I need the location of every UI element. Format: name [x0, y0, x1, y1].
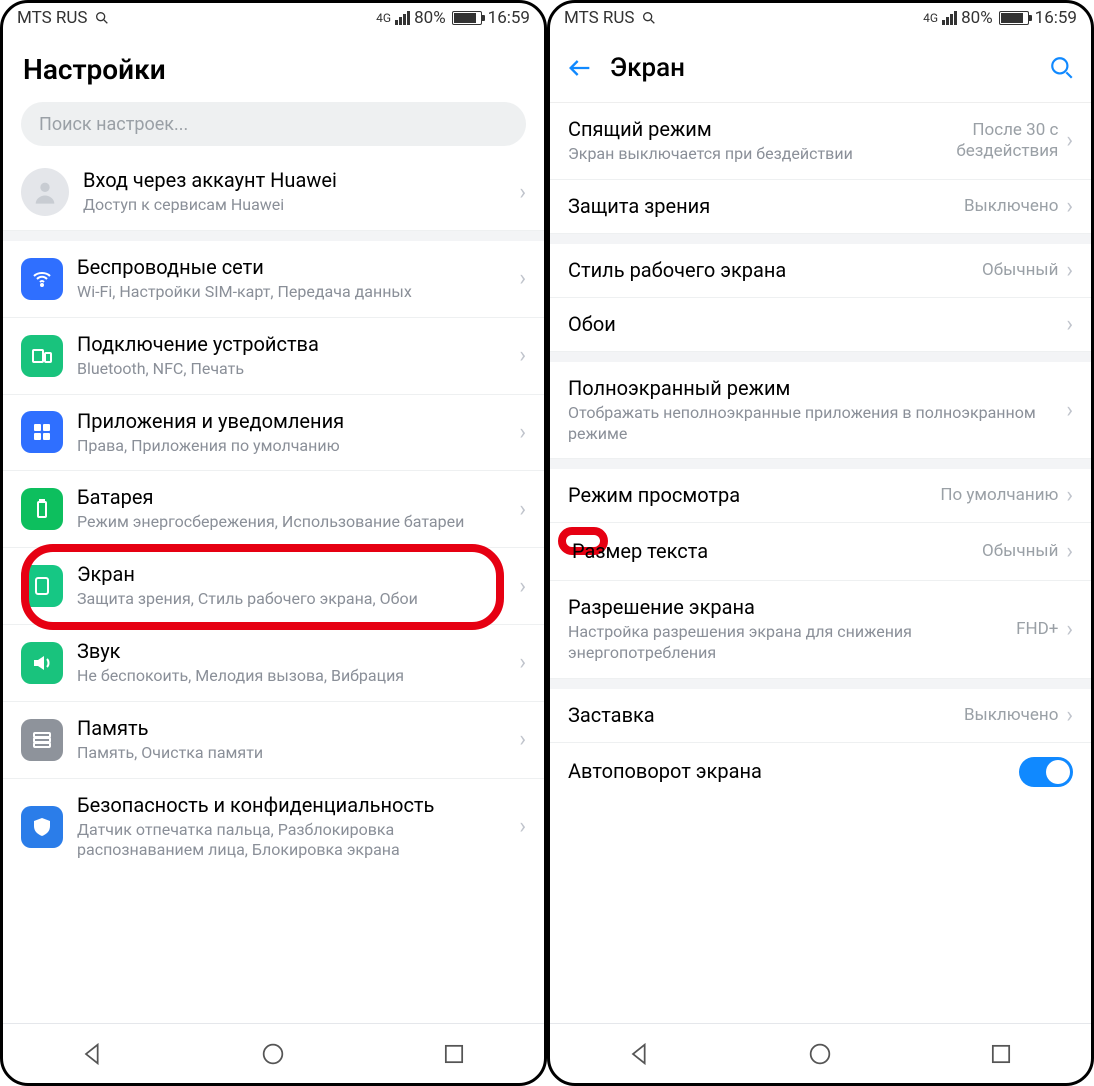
row-sleep-mode[interactable]: Спящий режимЭкран выключается при бездей…: [550, 103, 1091, 180]
chevron-right-icon: ›: [519, 497, 526, 522]
status-bar: MTS RUS 4G 80% 16:59: [3, 3, 544, 33]
battery-pct: 80%: [414, 8, 446, 28]
network-type: 4G: [376, 11, 391, 25]
row-auto-rotate[interactable]: Автоповорот экрана: [550, 743, 1091, 801]
row-wallpaper[interactable]: Обои ›: [550, 298, 1091, 352]
account-row[interactable]: Вход через аккаунт Huawei Доступ к серви…: [3, 154, 544, 231]
chevron-right-icon: ›: [519, 727, 526, 752]
chevron-right-icon: ›: [519, 266, 526, 291]
row-text-size[interactable]: Размер текста Обычный ›: [550, 523, 1091, 581]
battery-icon: [21, 488, 63, 530]
back-nav-icon[interactable]: [626, 1040, 654, 1068]
row-resolution[interactable]: Разрешение экранаНастройка разрешения эк…: [550, 581, 1091, 679]
chevron-right-icon: ›: [519, 343, 526, 368]
storage-icon: [21, 719, 63, 761]
battery-pct: 80%: [961, 8, 993, 28]
battery-icon: [452, 11, 482, 25]
sidebar-item-device-connection[interactable]: Подключение устройстваBluetooth, NFC, Пе…: [3, 318, 544, 395]
network-type: 4G: [923, 11, 938, 25]
avatar-icon: [21, 168, 69, 216]
divider: [550, 234, 1091, 244]
sidebar-item-apps[interactable]: Приложения и уведомленияПрава, Приложени…: [3, 395, 544, 472]
chevron-right-icon: ›: [1066, 128, 1073, 153]
chevron-right-icon: ›: [1066, 258, 1073, 283]
row-value: Обычный: [982, 541, 1058, 562]
sidebar-item-storage[interactable]: ПамятьПамять, Очистка памяти ›: [3, 702, 544, 779]
shield-icon: [21, 806, 63, 848]
devices-icon: [21, 335, 63, 377]
battery-icon: [999, 11, 1029, 25]
search-icon[interactable]: [1049, 55, 1075, 81]
search-input[interactable]: Поиск настроек...: [21, 102, 526, 146]
recents-nav-icon[interactable]: [440, 1040, 468, 1068]
sound-icon: [21, 642, 63, 684]
chevron-right-icon: ›: [1066, 483, 1073, 508]
search-icon: [94, 10, 110, 26]
header: Экран: [550, 33, 1091, 103]
row-value: FHD+: [1016, 619, 1058, 640]
chevron-right-icon: ›: [1066, 703, 1073, 728]
apps-icon: [21, 411, 63, 453]
page-title: Настройки: [3, 33, 544, 102]
chevron-right-icon: ›: [1066, 194, 1073, 219]
sidebar-item-sound[interactable]: ЗвукНе беспокоить, Мелодия вызова, Вибра…: [3, 625, 544, 702]
chevron-right-icon: ›: [1066, 539, 1073, 564]
signal-bars-icon: [942, 11, 957, 25]
sidebar-item-battery[interactable]: БатареяРежим энергосбережения, Использов…: [3, 471, 544, 548]
row-value: Выключено: [964, 705, 1058, 726]
divider: [550, 352, 1091, 362]
settings-list[interactable]: Вход через аккаунт Huawei Доступ к серви…: [3, 154, 544, 1023]
row-value: Обычный: [982, 260, 1058, 281]
account-label: Вход через аккаунт Huawei: [83, 168, 511, 193]
chevron-right-icon: ›: [1066, 617, 1073, 642]
row-view-mode[interactable]: Режим просмотра По умолчанию ›: [550, 469, 1091, 523]
chevron-right-icon: ›: [1066, 312, 1073, 337]
chevron-right-icon: ›: [519, 650, 526, 675]
account-sub: Доступ к сервисам Huawei: [83, 195, 511, 216]
back-arrow-icon[interactable]: [566, 54, 594, 82]
chevron-right-icon: ›: [519, 814, 526, 839]
carrier-label: MTS RUS: [564, 8, 635, 28]
display-settings-list[interactable]: Спящий режимЭкран выключается при бездей…: [550, 103, 1091, 1023]
phone-left: MTS RUS 4G 80% 16:59 Настройки Поиск нас…: [0, 0, 547, 1086]
signal-bars-icon: [395, 11, 410, 25]
clock: 16:59: [1035, 8, 1077, 28]
divider: [550, 459, 1091, 469]
chevron-right-icon: ›: [519, 574, 526, 599]
phone-right: MTS RUS 4G 80% 16:59 Экран Спящий режимЭ…: [547, 0, 1094, 1086]
divider: [3, 231, 544, 241]
status-bar: MTS RUS 4G 80% 16:59: [550, 3, 1091, 33]
wifi-icon: [21, 258, 63, 300]
nav-bar: [550, 1023, 1091, 1083]
row-fullscreen[interactable]: Полноэкранный режимОтображать неполноэкр…: [550, 362, 1091, 460]
sidebar-item-display[interactable]: ЭкранЗащита зрения, Стиль рабочего экран…: [3, 548, 544, 625]
sidebar-item-security[interactable]: Безопасность и конфиденциальностьДатчик …: [3, 779, 544, 876]
divider: [550, 679, 1091, 689]
search-placeholder: Поиск настроек...: [39, 114, 188, 135]
carrier-label: MTS RUS: [17, 8, 88, 28]
row-eye-comfort[interactable]: Защита зрения Выключено ›: [550, 180, 1091, 234]
chevron-right-icon: ›: [1066, 398, 1073, 423]
row-value: Выключено: [964, 196, 1058, 217]
chevron-right-icon: ›: [519, 180, 526, 205]
clock: 16:59: [488, 8, 530, 28]
row-value: По умолчанию: [940, 485, 1058, 506]
search-icon: [641, 10, 657, 26]
row-screensaver[interactable]: Заставка Выключено ›: [550, 689, 1091, 743]
nav-bar: [3, 1023, 544, 1083]
back-nav-icon[interactable]: [79, 1040, 107, 1068]
home-nav-icon[interactable]: [259, 1040, 287, 1068]
page-title: Экран: [610, 53, 1033, 83]
chevron-right-icon: ›: [519, 420, 526, 445]
home-nav-icon[interactable]: [806, 1040, 834, 1068]
recents-nav-icon[interactable]: [987, 1040, 1015, 1068]
row-value: После 30 с бездействия: [878, 120, 1058, 163]
sidebar-item-wireless[interactable]: Беспроводные сетиWi-Fi, Настройки SIM-ка…: [3, 241, 544, 318]
row-home-style[interactable]: Стиль рабочего экрана Обычный ›: [550, 244, 1091, 298]
toggle-switch[interactable]: [1019, 757, 1073, 787]
display-icon: [21, 565, 63, 607]
